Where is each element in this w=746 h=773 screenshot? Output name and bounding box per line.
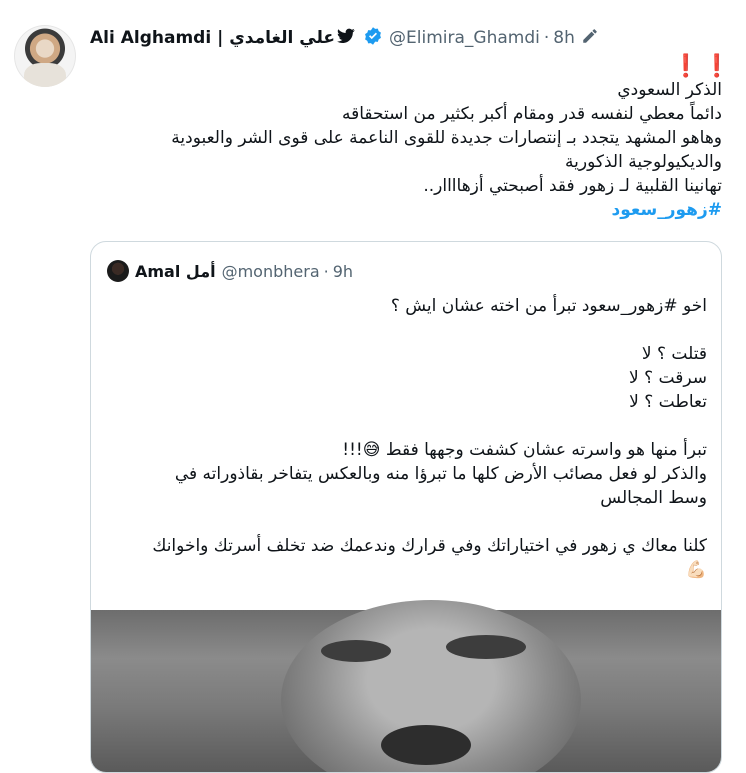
image-eye bbox=[446, 635, 526, 659]
image-eye bbox=[321, 640, 391, 662]
quoted-author-avatar bbox=[107, 260, 129, 282]
tweet-line: وهاهو المشهد يتجدد بـ إنتصارات جديدة للق… bbox=[171, 128, 722, 148]
twitter-bird-icon bbox=[337, 28, 355, 49]
separator-dot: · bbox=[543, 28, 550, 48]
edit-pencil-icon bbox=[581, 27, 599, 50]
author-name[interactable]: Ali Alghamdi | علي الغامدي bbox=[90, 28, 335, 48]
quoted-tweet[interactable]: Amal أمل @monbhera · 9h اخو #زهور_سعود ت… bbox=[90, 241, 722, 773]
tweet-time[interactable]: 8h bbox=[553, 28, 575, 48]
quote-line: سرقت ؟ لا bbox=[629, 368, 707, 388]
tweet[interactable]: Ali Alghamdi | علي الغامدي @Elimira_Gham… bbox=[0, 0, 746, 773]
quote-line: قتلت ؟ لا bbox=[641, 344, 707, 364]
tweet-line: تهانينا القلبية لـ زهور فقد أصبحتي أزهاا… bbox=[423, 176, 722, 196]
image-mouth bbox=[381, 725, 471, 765]
verified-badge-icon bbox=[363, 26, 383, 51]
author-avatar[interactable] bbox=[14, 25, 76, 87]
quote-line-gap bbox=[107, 414, 707, 438]
quote-line: وسط المجالس bbox=[600, 488, 707, 508]
quote-line: تعاطت ؟ لا bbox=[629, 392, 707, 412]
quote-line: تبرأ منها هو واسرته عشان كشفت وجهها فقط … bbox=[342, 440, 707, 460]
quoted-tweet-image[interactable] bbox=[91, 600, 721, 772]
quoted-tweet-time: 9h bbox=[332, 261, 354, 281]
quoted-tweet-header: Amal أمل @monbhera · 9h bbox=[107, 260, 353, 282]
tweet-line: دائماً معطي لنفسه قدر ومقام أكبر بكثير م… bbox=[342, 104, 722, 124]
tweet-line: والديكيولوجية الذكورية bbox=[565, 152, 722, 172]
exclamation-emoji: ❗❗ bbox=[672, 54, 735, 79]
quoted-author-name: Amal أمل bbox=[135, 261, 216, 281]
separator-dot: · bbox=[323, 261, 329, 281]
quote-line: والذكر لو فعل مصائب الأرض كلها ما تبرؤا … bbox=[174, 464, 707, 484]
hashtag-link[interactable]: #زهور_سعود bbox=[82, 198, 722, 222]
tweet-text: الذكر السعودي دائماً معطي لنفسه قدر ومقا… bbox=[82, 78, 722, 222]
quote-line-gap bbox=[107, 318, 707, 342]
tweet-line: الذكر السعودي bbox=[617, 80, 722, 100]
quoted-tweet-text: اخو #زهور_سعود تبرأ من اخته عشان ايش ؟ ق… bbox=[107, 294, 707, 582]
quote-line-gap bbox=[107, 510, 707, 534]
tweet-header: Ali Alghamdi | علي الغامدي @Elimira_Gham… bbox=[90, 26, 599, 50]
quote-line: كلنا معاك ي زهور في اختياراتك وفي قرارك … bbox=[152, 536, 707, 556]
author-handle[interactable]: @Elimira_Ghamdi bbox=[389, 28, 540, 48]
quoted-author-handle: @monbhera bbox=[221, 261, 320, 281]
quote-line: اخو #زهور_سعود تبرأ من اخته عشان ايش ؟ bbox=[390, 296, 707, 316]
quote-line: 💪🏻 bbox=[685, 560, 707, 580]
